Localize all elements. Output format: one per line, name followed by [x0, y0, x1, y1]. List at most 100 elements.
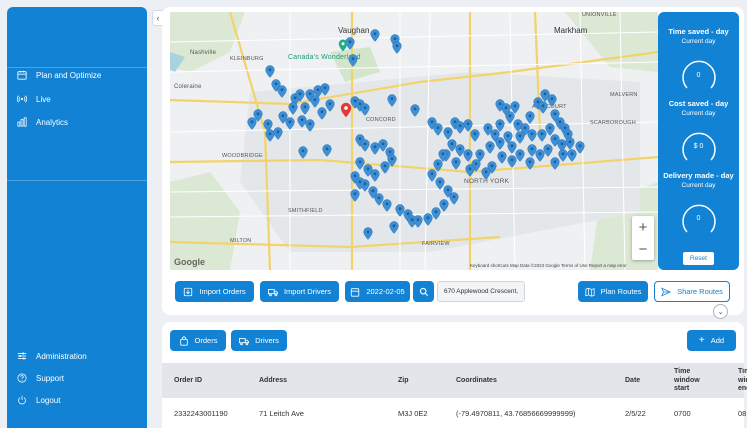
- broadcast-icon: [17, 95, 27, 103]
- delivery-pin[interactable]: [389, 221, 399, 234]
- delivery-pin[interactable]: [433, 123, 443, 136]
- delivery-pin[interactable]: [475, 149, 485, 162]
- delivery-pin[interactable]: [413, 215, 423, 228]
- chevron-left-icon: ‹: [156, 13, 160, 23]
- table-header: [162, 363, 744, 398]
- delivery-pin[interactable]: [370, 29, 380, 42]
- zoom-out-button[interactable]: −: [632, 238, 654, 260]
- nav-support[interactable]: Support: [17, 373, 64, 383]
- delivery-pin[interactable]: [322, 144, 332, 157]
- search-button[interactable]: [413, 281, 434, 302]
- delivery-pin[interactable]: [449, 192, 459, 205]
- delivery-pin[interactable]: [348, 54, 358, 67]
- import-icon: [184, 287, 193, 296]
- date-picker[interactable]: 2022-02-05: [345, 281, 410, 302]
- cell-time-end: 08: [738, 409, 747, 418]
- delivery-pin[interactable]: [355, 157, 365, 170]
- import-drivers-button[interactable]: Import Drivers: [260, 281, 339, 302]
- delivery-pin[interactable]: [525, 157, 535, 170]
- nav-plan-and-optimize[interactable]: Plan and Optimize: [17, 70, 101, 80]
- current-location-pin[interactable]: [340, 102, 352, 118]
- delivery-pin[interactable]: [465, 164, 475, 177]
- tab-drivers[interactable]: Drivers: [231, 330, 287, 351]
- zoom-in-button[interactable]: +: [632, 216, 654, 238]
- map-label-fairview: FAIRVIEW: [422, 241, 450, 247]
- share-routes-label: Share Routes: [677, 287, 723, 296]
- nav-label: Live: [36, 94, 51, 104]
- delivery-pin[interactable]: [547, 94, 557, 107]
- cell-date: 2/5/22: [625, 409, 646, 418]
- delivery-pin[interactable]: [382, 199, 392, 212]
- delivery-pin[interactable]: [485, 141, 495, 154]
- plan-routes-button[interactable]: Plan Routes: [578, 281, 648, 302]
- delivery-pin[interactable]: [285, 117, 295, 130]
- delivery-pin[interactable]: [265, 65, 275, 78]
- delivery-pin[interactable]: [525, 111, 535, 124]
- tab-orders[interactable]: Orders: [170, 330, 226, 351]
- delivery-pin[interactable]: [545, 123, 555, 136]
- truck-icon: [239, 337, 250, 345]
- header-zip: Zip: [398, 377, 409, 384]
- delivery-pin[interactable]: [392, 41, 402, 54]
- nav-administration[interactable]: Administration: [17, 351, 87, 361]
- share-routes-button[interactable]: Share Routes: [654, 281, 730, 302]
- add-label: Add: [710, 336, 725, 345]
- delivery-pin[interactable]: [295, 89, 305, 102]
- delivery-pin[interactable]: [451, 157, 461, 170]
- delivery-pin[interactable]: [363, 227, 373, 240]
- delivery-pin[interactable]: [320, 83, 330, 96]
- delivery-made-title: Delivery made - day: [663, 171, 734, 180]
- time-saved-title: Time saved - day: [668, 27, 729, 36]
- sidebar-divider: [7, 180, 147, 181]
- delivery-pin[interactable]: [325, 99, 335, 112]
- delivery-pin[interactable]: [575, 141, 585, 154]
- delivery-pin[interactable]: [497, 151, 507, 164]
- nav-logout[interactable]: Logout: [17, 395, 60, 405]
- delivery-pin[interactable]: [300, 102, 310, 115]
- delivery-pin[interactable]: [527, 144, 537, 157]
- plan-routes-label: Plan Routes: [600, 287, 642, 296]
- nav-analytics[interactable]: Analytics: [17, 117, 68, 127]
- delivery-pin[interactable]: [410, 104, 420, 117]
- delivery-pin[interactable]: [298, 146, 308, 159]
- map-attribution[interactable]: Keyboard shortcuts Map Data ©2023 Google…: [470, 263, 627, 268]
- map-label-milton: MILTON: [230, 238, 252, 244]
- delivery-pin[interactable]: [288, 102, 298, 115]
- import-orders-button[interactable]: Import Orders: [175, 281, 254, 302]
- truck-icon: [267, 288, 278, 296]
- delivery-pin[interactable]: [510, 101, 520, 114]
- sliders-icon: [17, 352, 27, 360]
- attraction-pin[interactable]: [338, 39, 348, 52]
- send-icon: [661, 287, 672, 296]
- delivery-pin[interactable]: [507, 141, 517, 154]
- delivery-pin[interactable]: [273, 127, 283, 140]
- delivery-pin[interactable]: [360, 139, 370, 152]
- delivery-pin[interactable]: [470, 129, 480, 142]
- delivery-pin[interactable]: [350, 189, 360, 202]
- delivery-pin[interactable]: [387, 94, 397, 107]
- chevron-down-icon: ⌄: [717, 308, 724, 316]
- nav-live[interactable]: Live: [17, 94, 51, 104]
- delivery-pin[interactable]: [247, 117, 257, 130]
- delivery-pin[interactable]: [558, 149, 568, 162]
- delivery-pin[interactable]: [438, 149, 448, 162]
- reset-button[interactable]: Reset: [683, 252, 714, 265]
- delivery-pin[interactable]: [481, 167, 491, 180]
- power-icon: [18, 395, 26, 405]
- map-view[interactable]: Vaughan Markham Nashville Coleraine Cana…: [170, 12, 658, 270]
- delivery-pin[interactable]: [305, 119, 315, 132]
- map-label-smithfield: SMITHFIELD: [288, 208, 323, 214]
- delivery-pin[interactable]: [507, 155, 517, 168]
- delivery-pin[interactable]: [527, 129, 537, 142]
- tab-drivers-label: Drivers: [255, 336, 279, 345]
- header-coordinates: Coordinates: [456, 377, 497, 384]
- delivery-pin[interactable]: [380, 161, 390, 174]
- cell-coordinates: (-79.4970811, 43.76856669999999): [456, 409, 576, 418]
- expand-button[interactable]: ⌄: [713, 304, 728, 319]
- delivery-pin[interactable]: [423, 213, 433, 226]
- address-input[interactable]: 670 Applewood Crescent,: [437, 281, 525, 302]
- delivery-pin[interactable]: [277, 85, 287, 98]
- delivery-pin[interactable]: [538, 101, 548, 114]
- add-button[interactable]: + Add: [687, 330, 736, 351]
- delivery-pin[interactable]: [360, 103, 370, 116]
